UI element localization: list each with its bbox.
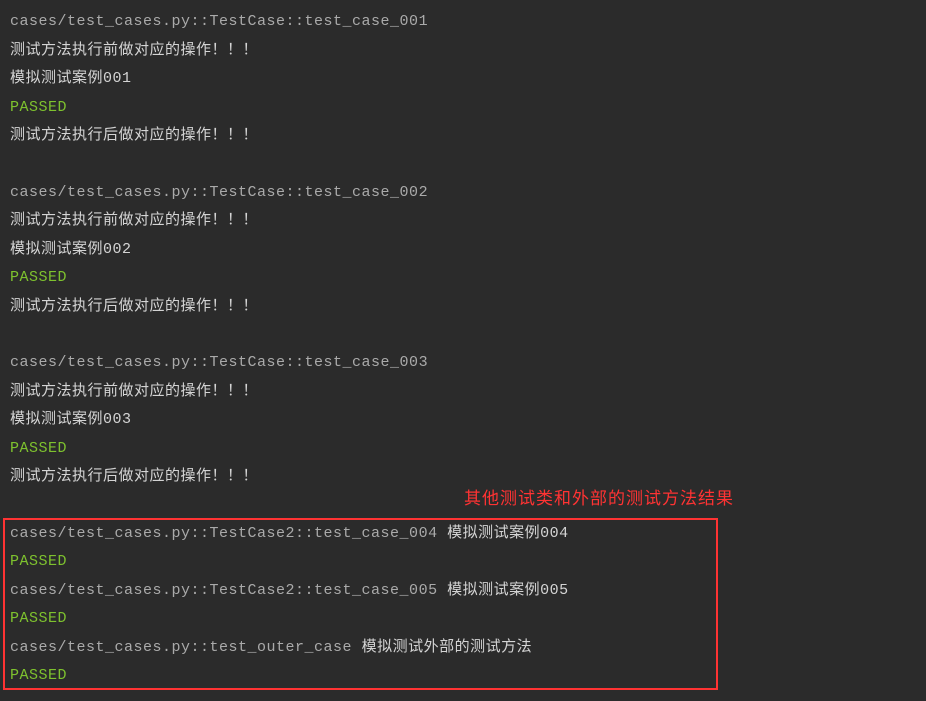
test-simulate: 模拟测试案例002 xyxy=(10,236,916,265)
annotation-label: 其他测试类和外部的测试方法结果 xyxy=(464,483,734,515)
test-path: cases/test_cases.py::test_outer_case xyxy=(10,639,362,656)
test-path: cases/test_cases.py::TestCase2::test_cas… xyxy=(10,525,447,542)
test-path: cases/test_cases.py::TestCase::test_case… xyxy=(10,349,916,378)
test-before-hook: 测试方法执行前做对应的操作！！！ xyxy=(10,207,916,236)
blank-line xyxy=(10,151,916,179)
test-before-hook: 测试方法执行前做对应的操作！！！ xyxy=(10,378,916,407)
test-path: cases/test_cases.py::TestCase::test_case… xyxy=(10,179,916,208)
test-row: cases/test_cases.py::TestCase2::test_cas… xyxy=(10,577,916,606)
test-status: PASSED xyxy=(10,94,916,123)
test-status: PASSED xyxy=(10,605,916,634)
test-simulate: 模拟测试案例001 xyxy=(10,65,916,94)
test-after-hook: 测试方法执行后做对应的操作！！！ xyxy=(10,463,916,492)
test-row: cases/test_cases.py::TestCase2::test_cas… xyxy=(10,520,916,549)
test-status: PASSED xyxy=(10,662,916,691)
test-simulate: 模拟测试案例003 xyxy=(10,406,916,435)
test-after-hook: 测试方法执行后做对应的操作！！！ xyxy=(10,122,916,151)
test-path: cases/test_cases.py::TestCase::test_case… xyxy=(10,8,916,37)
test-path: cases/test_cases.py::TestCase2::test_cas… xyxy=(10,582,447,599)
test-row: cases/test_cases.py::test_outer_case 模拟测… xyxy=(10,634,916,663)
test-simulate: 模拟测试外部的测试方法 xyxy=(362,639,533,656)
blank-line xyxy=(10,321,916,349)
test-before-hook: 测试方法执行前做对应的操作！！！ xyxy=(10,37,916,66)
test-status: PASSED xyxy=(10,264,916,293)
test-simulate: 模拟测试案例004 xyxy=(447,525,569,542)
test-status: PASSED xyxy=(10,548,916,577)
test-after-hook: 测试方法执行后做对应的操作！！！ xyxy=(10,293,916,322)
blank-line xyxy=(10,492,916,520)
terminal-output: cases/test_cases.py::TestCase::test_case… xyxy=(10,8,916,691)
test-status: PASSED xyxy=(10,435,916,464)
test-simulate: 模拟测试案例005 xyxy=(447,582,569,599)
